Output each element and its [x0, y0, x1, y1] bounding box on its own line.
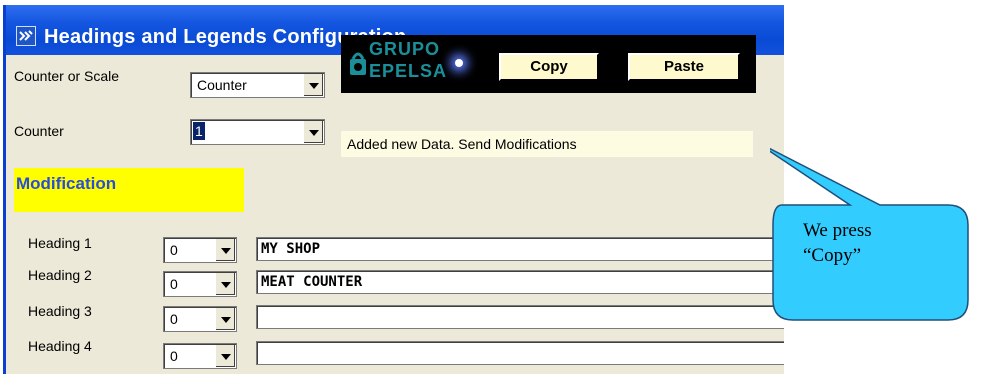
heading-3-label: Heading 3: [28, 303, 92, 319]
callout-line-1: We press: [803, 220, 872, 241]
heading-4-label: Heading 4: [28, 338, 92, 354]
logo-panel: GRUPO EPELSA Copy Paste: [341, 35, 756, 93]
counter-value: 1: [193, 122, 205, 140]
heading-2-number-select[interactable]: 0: [163, 271, 237, 297]
callout-line-2: “Copy”: [803, 245, 862, 266]
heading-4-number-select[interactable]: 0: [163, 343, 237, 369]
modification-header: Modification: [14, 168, 244, 212]
heading-3-number-select[interactable]: 0: [163, 306, 237, 332]
paste-button[interactable]: Paste: [628, 53, 740, 81]
heading-1-label: Heading 1: [28, 235, 92, 251]
heading-2-label: Heading 2: [28, 267, 92, 283]
heading-3-number: 0: [170, 311, 178, 327]
heading-4-input[interactable]: [256, 341, 784, 365]
chevron-down-icon[interactable]: [215, 239, 235, 261]
copy-button[interactable]: Copy: [499, 53, 599, 81]
heading-3-input[interactable]: [256, 305, 784, 329]
counter-select[interactable]: 1: [190, 119, 325, 145]
chevron-down-icon[interactable]: [215, 345, 235, 367]
callout-text: We press “Copy”: [803, 218, 872, 268]
app-icon: [16, 26, 36, 46]
chevron-down-icon[interactable]: [303, 74, 323, 96]
heading-4-number: 0: [170, 348, 178, 364]
callout-bubble: [770, 147, 969, 321]
heading-1-number: 0: [170, 242, 178, 258]
chevron-down-icon[interactable]: [215, 273, 235, 295]
logo-text-grupo: GRUPO: [369, 39, 441, 59]
scale-logo-icon: [350, 52, 366, 75]
sparkle-icon: [455, 59, 463, 67]
config-window: Headings and Legends Configuration Count…: [3, 5, 784, 374]
modification-title: Modification: [16, 174, 117, 193]
counter-or-scale-label: Counter or Scale: [14, 68, 120, 84]
heading-2-number: 0: [170, 276, 178, 292]
logo-text-epelsa: EPELSA: [369, 61, 448, 81]
counter-or-scale-value: Counter: [197, 77, 247, 93]
counter-label: Counter: [14, 123, 64, 139]
counter-or-scale-select[interactable]: Counter: [190, 72, 325, 98]
heading-1-number-select[interactable]: 0: [163, 237, 237, 263]
heading-2-input[interactable]: MEAT COUNTER: [256, 270, 784, 294]
chevron-down-icon[interactable]: [215, 308, 235, 330]
chevron-down-icon[interactable]: [303, 121, 323, 143]
heading-1-input[interactable]: MY SHOP: [256, 237, 784, 261]
status-message: Added new Data. Send Modifications: [341, 131, 753, 157]
